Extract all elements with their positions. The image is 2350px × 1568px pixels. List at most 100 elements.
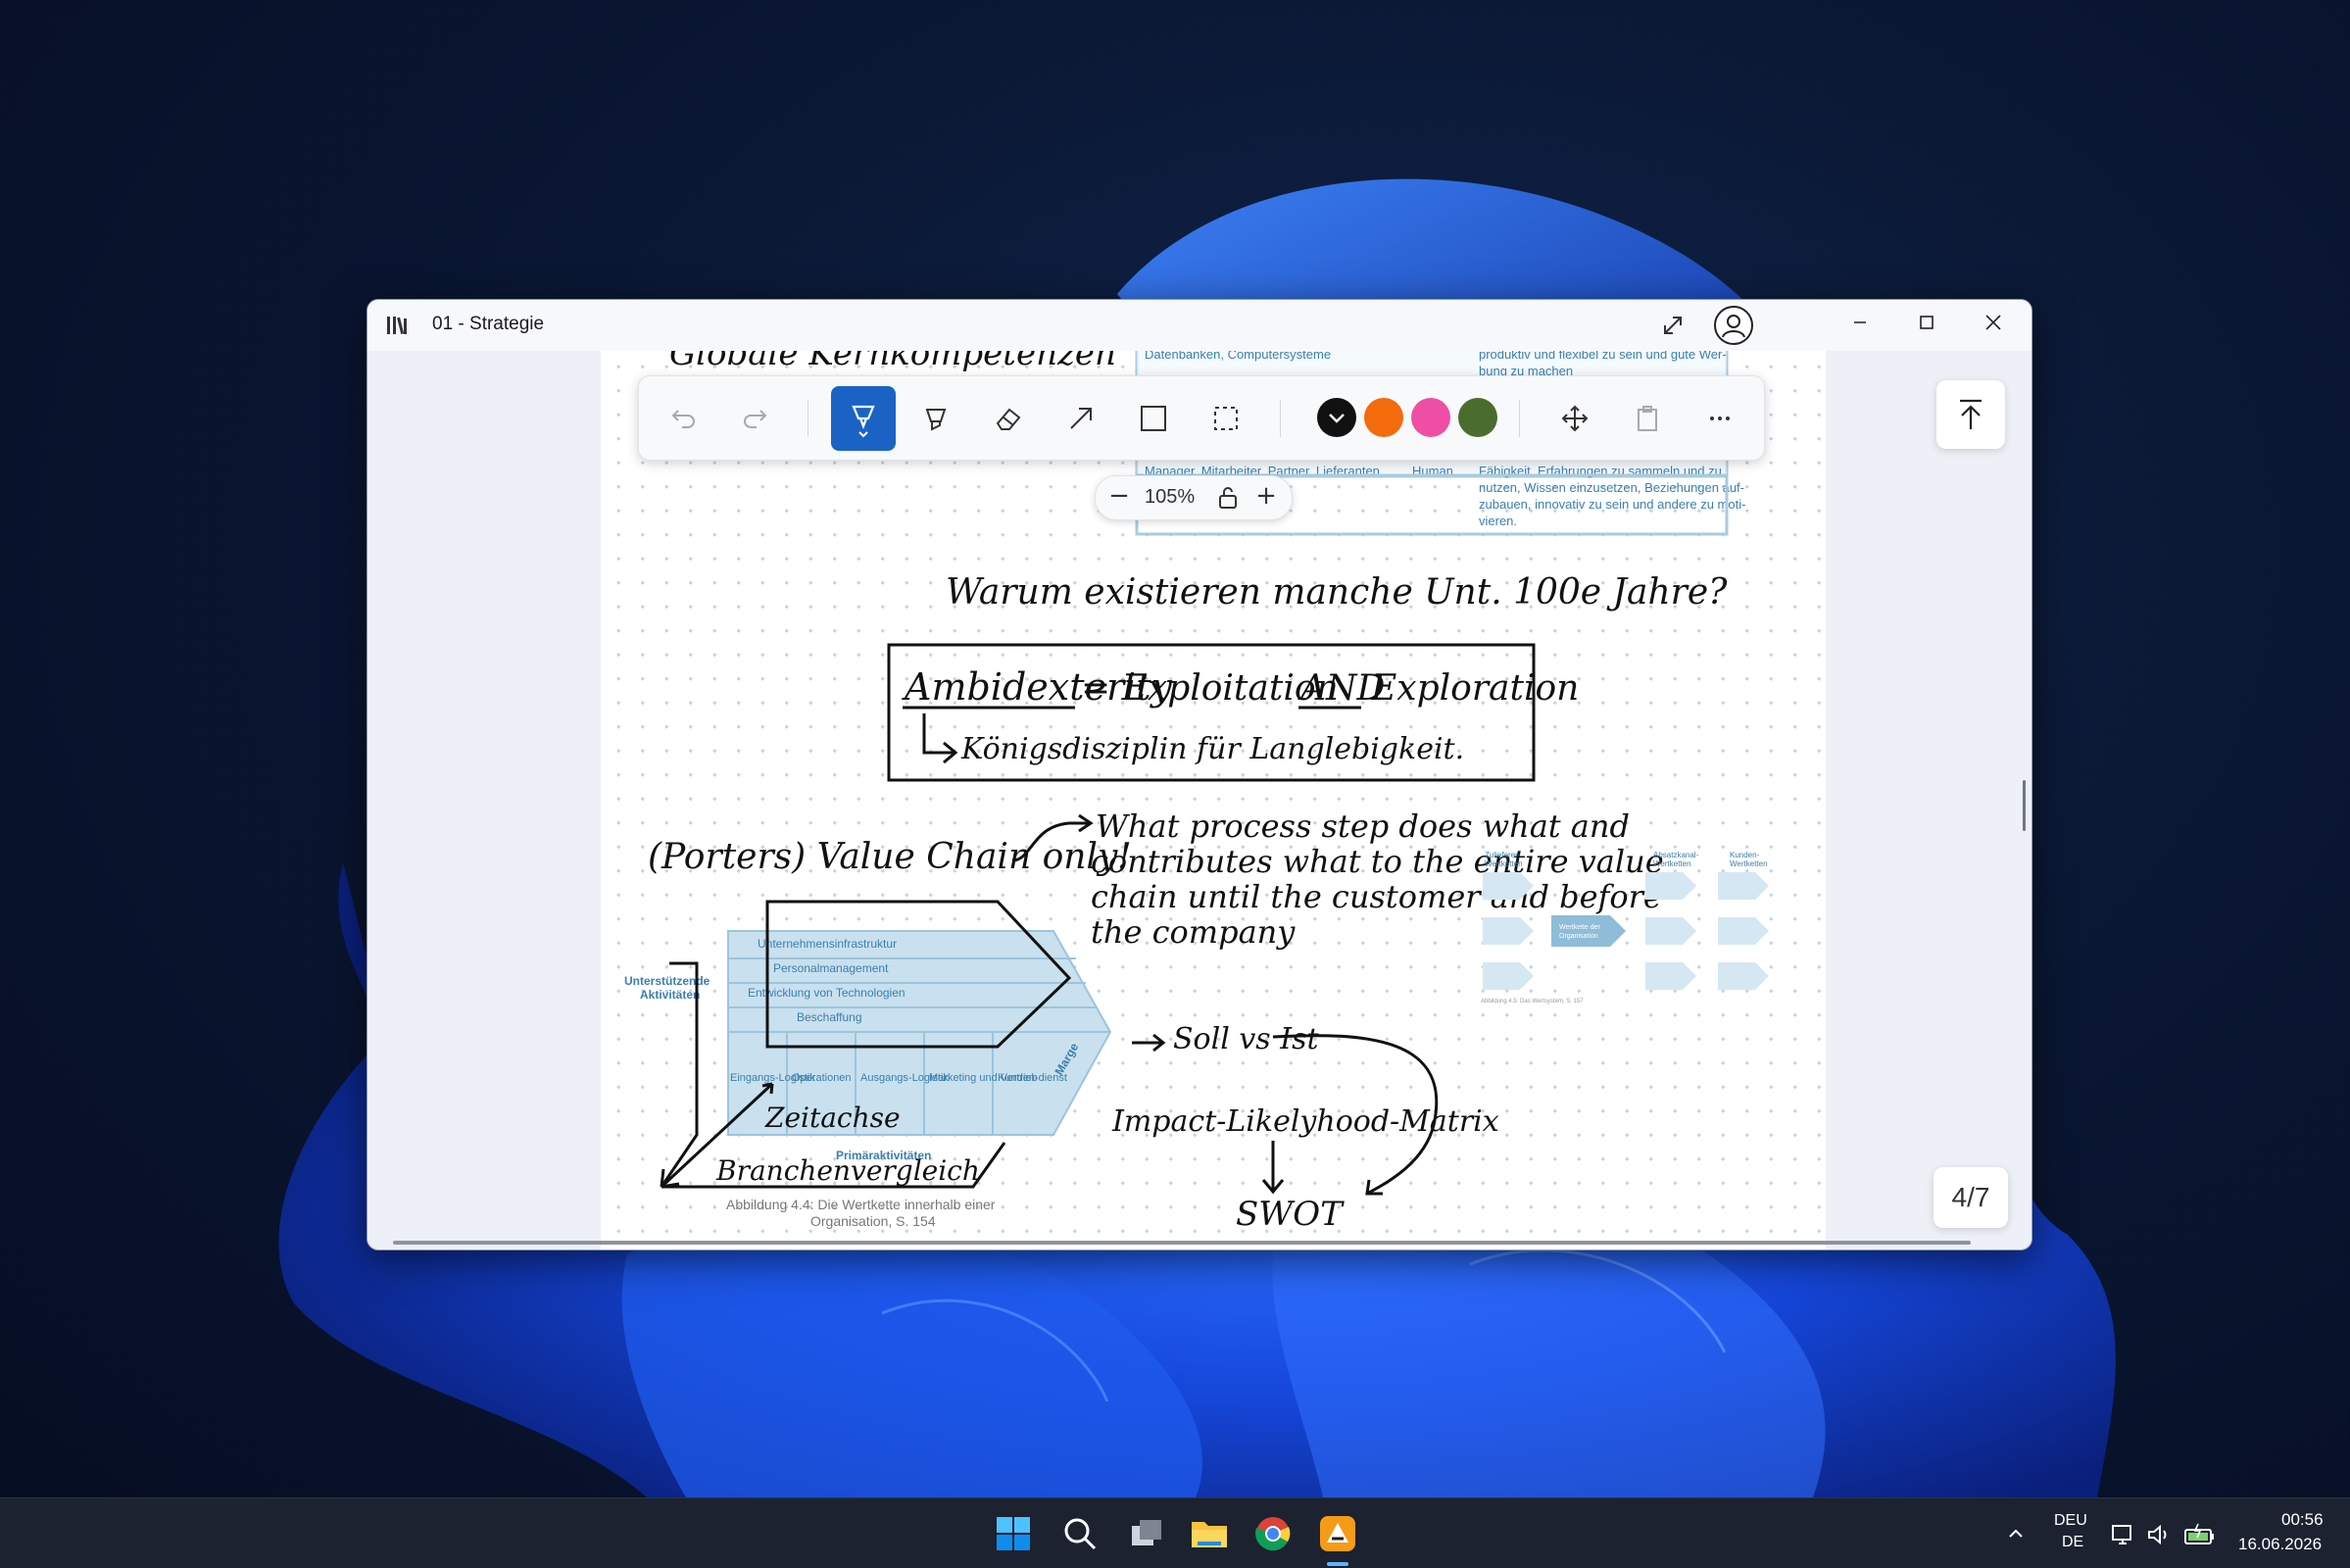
handwritten-note-2: chain until the customer and before bbox=[1091, 878, 1662, 915]
horizontal-scrollbar[interactable] bbox=[393, 1241, 1971, 1245]
close-button[interactable] bbox=[1960, 300, 2027, 345]
maximize-button[interactable] bbox=[1893, 300, 1960, 345]
handwritten-note-3: the company bbox=[1091, 913, 1296, 951]
vc-support-0: Unternehmensinfrastruktur bbox=[758, 937, 897, 951]
lasso-select-icon bbox=[1214, 407, 1238, 430]
handwritten-exploration: Exploration bbox=[1370, 668, 1579, 709]
lock-icon[interactable] bbox=[1217, 486, 1239, 510]
more-options-button[interactable] bbox=[1688, 386, 1752, 451]
handwritten-top-cut: Globale Kernkompetenzen bbox=[669, 351, 1116, 373]
vc-side-label-1: Aktivitäten bbox=[640, 988, 700, 1002]
start-button[interactable] bbox=[990, 1510, 1037, 1557]
handwritten-note-1: contributes what to the entire value bbox=[1091, 843, 1664, 880]
clock-date[interactable]: 16.06.2026 bbox=[2238, 1535, 2322, 1554]
undo-button[interactable] bbox=[651, 386, 715, 451]
handwritten-zeitachse: Zeitachse bbox=[764, 1102, 901, 1134]
minimize-button[interactable] bbox=[1827, 300, 1893, 345]
file-explorer-button[interactable] bbox=[1186, 1510, 1233, 1557]
vc-support-2: Entwicklung von Technologien bbox=[748, 986, 906, 1000]
handwritten-impact-matrix: Impact-Likelyhood-Matrix bbox=[1111, 1104, 1499, 1139]
handwritten-porter: (Porters) Value Chain only! bbox=[648, 837, 1132, 877]
minimize-icon bbox=[1854, 321, 1866, 323]
undo-icon bbox=[671, 410, 695, 428]
close-icon bbox=[1985, 315, 2001, 330]
taskbar: DEU DE 00:56 16.06.2026 bbox=[0, 1497, 2350, 1568]
redo-button[interactable] bbox=[723, 386, 788, 451]
vs-mid-label1-0: Absatzkanal- bbox=[1653, 851, 1699, 859]
handwritten-swot: SWOT bbox=[1236, 1195, 1345, 1234]
doc-table-r2-right-2: zubauen, innovativ zu sein und andere zu… bbox=[1479, 497, 1745, 512]
vs-center-0: Wertkette der bbox=[1559, 924, 1601, 931]
vs-mid-label2-0: Kunden- bbox=[1730, 851, 1760, 859]
color-swatch-green[interactable] bbox=[1458, 398, 1497, 437]
rectangle-tool-button[interactable] bbox=[1121, 386, 1186, 451]
active-app-indicator bbox=[1327, 1562, 1348, 1566]
doc-table-r2-right-1: nutzen, Wissen einzusetzen, Beziehungen … bbox=[1479, 480, 1744, 495]
vs-mid-label2-1: Wertketten bbox=[1730, 859, 1768, 868]
color-swatch-orange[interactable] bbox=[1364, 398, 1403, 437]
arrow-tool-button[interactable] bbox=[1049, 386, 1113, 451]
more-icon bbox=[1710, 416, 1730, 420]
highlighter-tool-button[interactable] bbox=[904, 386, 968, 451]
doc-table-r1-right: produktiv und flexibel zu sein und gute … bbox=[1479, 351, 1727, 362]
page-counter[interactable]: 4/7 bbox=[1934, 1167, 2008, 1228]
title-bar: 01 - Strategie bbox=[367, 300, 2032, 351]
zoom-control: − 105% + bbox=[1095, 475, 1293, 520]
search-button[interactable] bbox=[1056, 1510, 1103, 1557]
doc-table-r1-left: Datenbanken, Computersysteme bbox=[1145, 351, 1331, 362]
input-language[interactable]: DEU bbox=[2054, 1512, 2087, 1530]
handwritten-branchenvergleich: Branchenvergleich bbox=[715, 1154, 980, 1187]
notes-app-button[interactable] bbox=[1314, 1510, 1361, 1557]
account-avatar[interactable] bbox=[1714, 306, 1753, 345]
zoom-out-button[interactable]: − bbox=[1103, 481, 1135, 513]
scroll-to-top-button[interactable] bbox=[1936, 380, 2005, 449]
vs-caption: Abbildung 4.5: Das Wertsystem, S. 157 bbox=[1481, 999, 1584, 1004]
fullscreen-icon[interactable] bbox=[1659, 312, 1687, 339]
lasso-select-button[interactable] bbox=[1194, 386, 1258, 451]
vc-primary-1: Operationen bbox=[792, 1072, 852, 1084]
file-explorer-icon bbox=[1192, 1522, 1227, 1547]
chrome-button[interactable] bbox=[1249, 1510, 1297, 1557]
zoom-in-button[interactable]: + bbox=[1250, 481, 1282, 513]
volume-icon[interactable] bbox=[2146, 1522, 2172, 1547]
pen-icon bbox=[852, 405, 875, 438]
rectangle-icon bbox=[1141, 406, 1166, 431]
window-title: 01 - Strategie bbox=[432, 314, 545, 334]
vc-support-3: Beschaffung bbox=[797, 1010, 862, 1024]
toolbar-separator bbox=[1280, 400, 1281, 437]
drawing-toolbar bbox=[638, 375, 1765, 461]
eraser-icon bbox=[996, 408, 1021, 430]
highlighter-icon bbox=[925, 409, 947, 431]
keyboard-layout[interactable]: DE bbox=[2062, 1534, 2083, 1551]
handwritten-koenigsdisziplin: Königsdisziplin für Langlebigkeit. bbox=[960, 732, 1464, 766]
zoom-level: 105% bbox=[1145, 486, 1196, 508]
vs-mid-label1-1: Wertketten bbox=[1653, 859, 1691, 868]
vs-left-label-0: Zulieferer- bbox=[1485, 851, 1521, 859]
user-icon bbox=[1722, 315, 1745, 338]
chrome-icon bbox=[1255, 1517, 1291, 1551]
chevron-up-icon[interactable] bbox=[2006, 1524, 2026, 1544]
pen-tool-button[interactable] bbox=[831, 386, 896, 451]
arrow-icon bbox=[1070, 408, 1092, 429]
notes-app-icon bbox=[1320, 1516, 1355, 1551]
vc-caption-1: Organisation, S. 154 bbox=[810, 1213, 936, 1229]
task-view-button[interactable] bbox=[1123, 1510, 1170, 1557]
handwritten-question: Warum existieren manche Unt. 100e Jahre? bbox=[946, 572, 1728, 612]
handwritten-note-0: What process step does what and bbox=[1096, 808, 1630, 845]
move-button[interactable] bbox=[1542, 386, 1607, 451]
toolbar-separator bbox=[1519, 400, 1520, 437]
color-swatch-pink[interactable] bbox=[1411, 398, 1450, 437]
handwritten-soll-ist: Soll vs Ist bbox=[1173, 1022, 1319, 1056]
task-view-icon bbox=[1132, 1520, 1161, 1545]
battery-charging-icon[interactable] bbox=[2183, 1522, 2217, 1547]
windows-start-icon bbox=[997, 1517, 1030, 1550]
color-swatch-black[interactable] bbox=[1317, 398, 1356, 437]
library-icon[interactable] bbox=[385, 314, 411, 337]
redo-icon bbox=[744, 410, 767, 428]
network-icon[interactable] bbox=[2111, 1522, 2136, 1547]
eraser-tool-button[interactable] bbox=[976, 386, 1041, 451]
vertical-scrollbar[interactable] bbox=[2023, 780, 2026, 831]
paste-button[interactable] bbox=[1615, 386, 1680, 451]
clock-time[interactable]: 00:56 bbox=[2281, 1510, 2324, 1530]
vc-support-1: Personalmanagement bbox=[773, 961, 889, 975]
